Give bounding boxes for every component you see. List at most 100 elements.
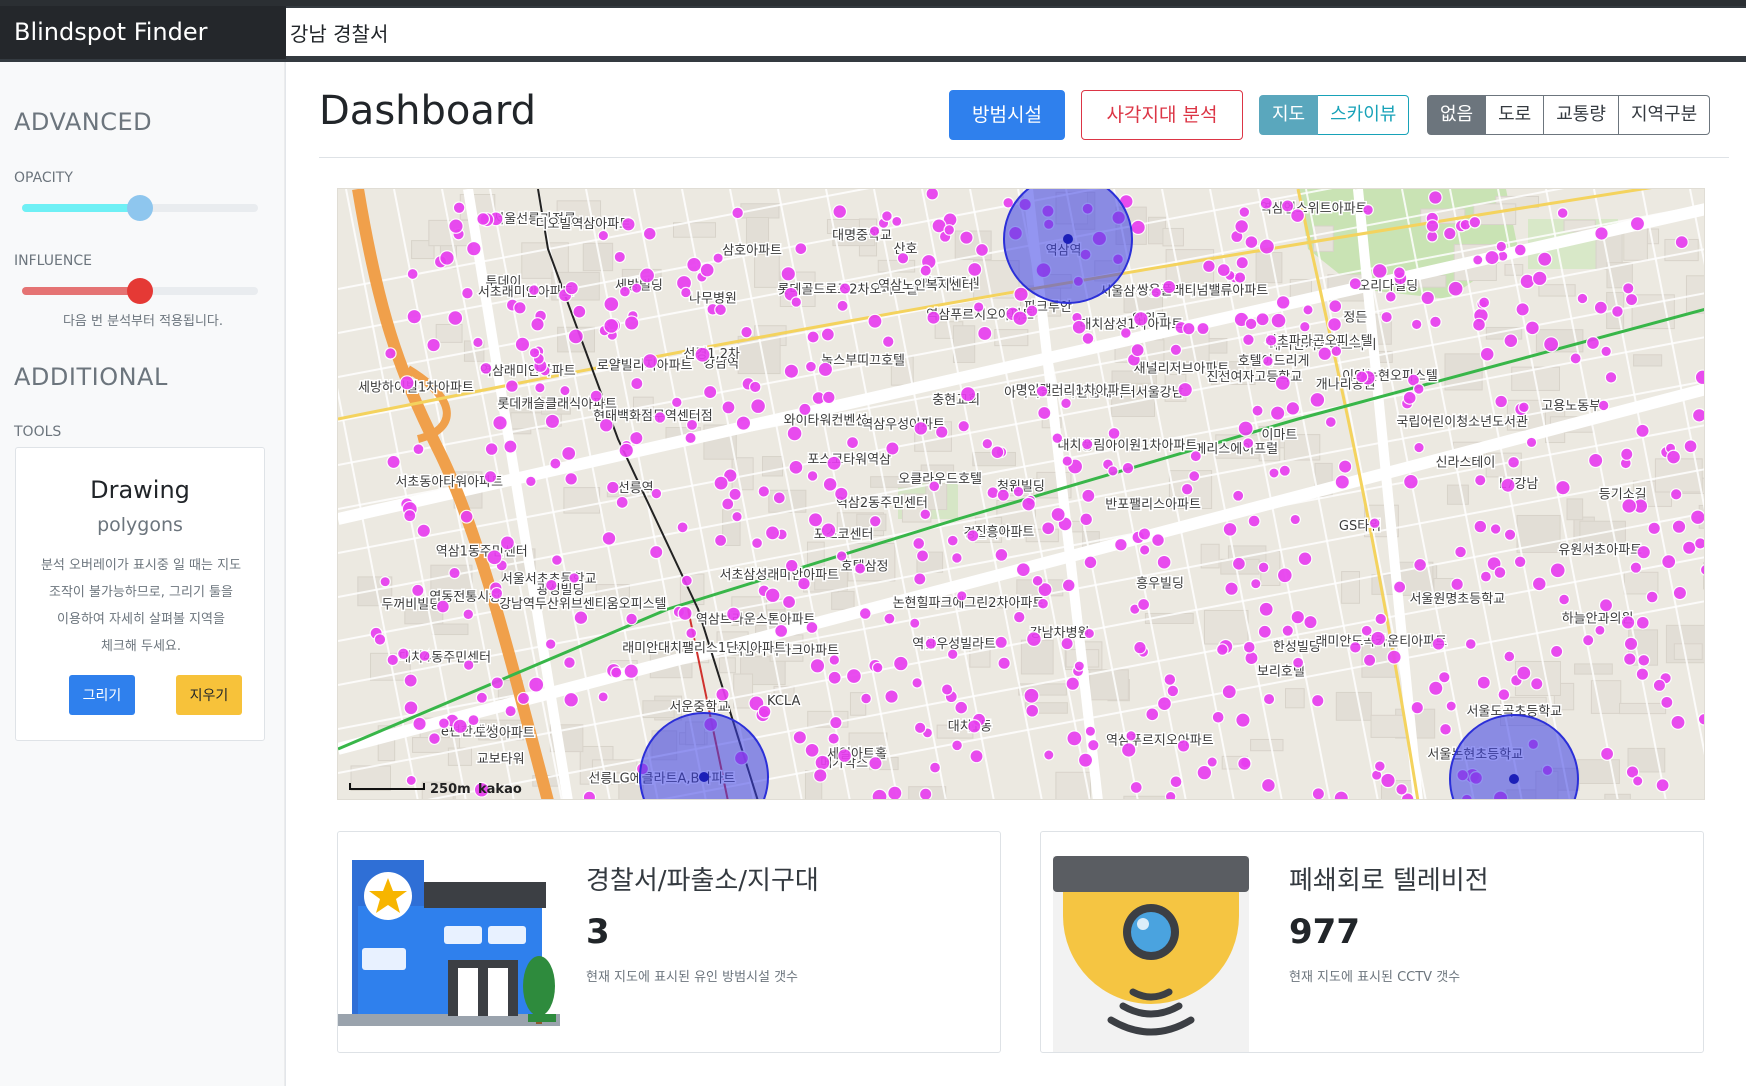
cctv-marker [1251,404,1264,417]
cctv-marker [1324,415,1337,429]
cctv-marker [386,653,400,667]
cctv-marker [959,230,974,245]
cctv-marker [1494,394,1509,409]
cctv-marker [1611,305,1624,318]
cctv-marker [1587,452,1604,469]
map-building [1341,571,1360,604]
overlay-none[interactable]: 없음 [1427,95,1487,135]
cctv-marker [1021,496,1036,512]
map-label: 오클라우드호텔 [898,472,982,487]
overlay-districts[interactable]: 지역구분 [1618,95,1711,135]
cctv-marker [1235,712,1251,728]
opacity-slider[interactable] [22,195,258,221]
cctv-marker [399,375,415,391]
cctv-marker [740,325,753,339]
map-label: 진흥아파트 [975,525,1035,540]
map-label: 광성빌딩 [537,583,585,598]
cctv-marker [1555,479,1571,496]
cctv-marker [1694,537,1704,550]
facilities-button[interactable]: 방범시설 [949,90,1065,140]
cctv-marker [597,691,609,703]
app-brand[interactable]: Blindspot Finder [0,6,286,59]
cctv-marker [1125,730,1137,742]
cctv-marker [1524,320,1540,336]
cctv-marker [1289,513,1301,526]
map-label: 흥우빌딩 [1136,577,1184,592]
cctv-marker [559,384,571,397]
map-label: 디오빌역삼아파트 [535,217,631,232]
cctv-marker [954,700,969,715]
cctv-marker [1269,405,1286,421]
map-label: 선경1,2차 [683,347,740,362]
cctv-marker [1302,304,1314,316]
cctv-marker [598,417,614,433]
cctv-marker [834,486,849,502]
cctv-marker [1247,514,1261,528]
cctv-marker [854,562,867,575]
cctv-marker [1233,271,1247,284]
cctv-marker [820,522,837,539]
overlay-road[interactable]: 도로 [1486,95,1545,135]
cctv-marker [1303,614,1318,630]
cctv-marker [625,612,638,626]
cctv-marker [505,379,519,394]
cctv-marker [1476,675,1491,690]
map-label: 세방하이빌1차아파트 [358,380,474,395]
cctv-marker [1454,545,1467,559]
cctv-marker [1623,636,1639,652]
map-label: 신라스테이 [1435,456,1495,471]
cctv-marker [817,361,834,378]
map-label: 반포팰리스아파트 [1105,498,1201,513]
opacity-slider-thumb[interactable] [127,195,153,221]
cctv-marker [1231,556,1246,571]
map-canvas[interactable]: 영동전통시장언주비공원하늘안과의원서울논현초등학교논현힐파크에그린2차아파트e편… [338,189,1705,800]
cctv-marker [1163,673,1177,686]
map-label: 포스코타워역삼 [807,452,891,467]
map-label: 대치4동주민센터 [399,651,491,666]
cctv-marker [406,267,419,281]
view-mode-skyview[interactable]: 스카이뷰 [1318,95,1410,135]
map-view[interactable]: 영동전통시장언주비공원하늘안과의원서울논현초등학교논현힐파크에그린2차아파트e편… [337,188,1705,800]
cctv-marker [827,670,842,685]
map-label: 래미안대치팰리스1단지아파트 [622,641,786,656]
cctv-marker [981,437,994,450]
influence-slider[interactable] [22,278,258,304]
cctv-marker [912,536,926,550]
cctv-marker [1235,256,1249,270]
cctv-marker [1242,437,1255,450]
cctv-marker [1169,343,1183,357]
cctv-marker [416,523,431,539]
overlay-traffic[interactable]: 교통량 [1544,95,1619,135]
cctv-marker [1395,783,1408,796]
cctv-marker [1655,778,1670,793]
cctv-marker [967,261,983,277]
cctv-marker [1330,345,1343,358]
cctv-marker [1525,436,1538,449]
cctv-marker [1468,215,1482,229]
search-input[interactable] [286,8,1746,56]
cctv-marker [748,380,762,394]
cctv-marker [1531,270,1548,287]
cctv-marker [943,224,956,236]
cctv-marker [1073,660,1085,672]
blindspot-analysis-button[interactable]: 사각지대 분석 [1081,90,1243,140]
cctv-marker [1556,207,1569,219]
map-building [431,623,469,636]
cctv-marker [1425,219,1440,233]
draw-button[interactable]: 그리기 [69,675,135,715]
cctv-marker [1043,749,1055,761]
cctv-marker [1023,687,1040,704]
erase-button[interactable]: 지우기 [176,675,242,715]
cctv-marker [412,443,425,456]
cctv-marker [883,612,896,625]
influence-slider-thumb[interactable] [127,278,153,304]
cctv-marker [1334,474,1350,490]
cctv-marker [1196,321,1210,336]
cctv-marker [822,390,836,405]
cctv-marker [1274,374,1291,391]
cctv-marker [1151,533,1165,548]
view-mode-map[interactable]: 지도 [1259,95,1319,135]
cctv-marker [1479,346,1495,362]
map-label: 서초삼성래미안아파트 [720,568,840,583]
cctv-marker [812,768,828,783]
